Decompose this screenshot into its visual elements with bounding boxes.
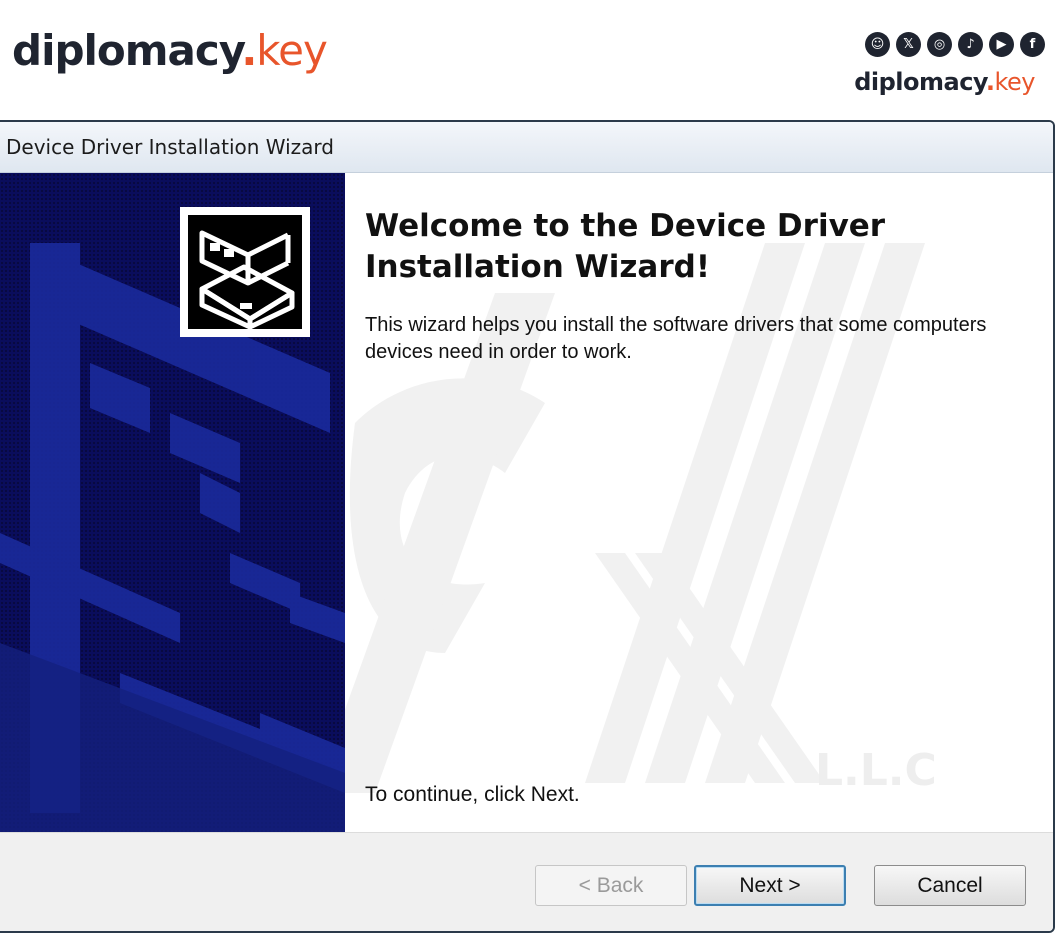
wizard-window: Device Driver Installation Wizard L.L.C … <box>0 120 1055 933</box>
brand-logo-text: diplomacy <box>12 26 242 75</box>
welcome-heading-line2: Installation Wizard! <box>365 249 710 285</box>
brand-logo-small-accent: key <box>994 68 1035 96</box>
brand-logo-dot: . <box>241 26 257 75</box>
hardware-device-icon <box>180 207 310 337</box>
wizard-button-bar: < Back Next > Cancel <box>0 832 1053 931</box>
wizard-description: This wizard helps you install the softwa… <box>365 314 987 363</box>
watermark-text: L.L.C <box>815 745 937 796</box>
next-button[interactable]: Next > <box>694 865 846 906</box>
back-button[interactable]: < Back <box>535 865 687 906</box>
wizard-content: L.L.C Welcome to the Device Driver Insta… <box>345 173 1053 832</box>
welcome-heading: Welcome to the Device Driver Installatio… <box>365 206 965 288</box>
brand-logo-small-text: diplomacy <box>854 68 986 96</box>
instagram-icon[interactable]: ◎ <box>927 32 952 57</box>
social-icons: ☺ 𝕏 ◎ ♪ ▶ f <box>865 32 1045 57</box>
brand-logo: diplomacy.key <box>12 30 328 72</box>
x-icon[interactable]: 𝕏 <box>896 32 921 57</box>
facebook-icon[interactable]: f <box>1020 32 1045 57</box>
cancel-button[interactable]: Cancel <box>874 865 1026 906</box>
pci-card-icon <box>199 230 295 330</box>
brand-logo-small: diplomacy.key <box>854 70 1035 94</box>
wizard-side-panel <box>0 173 345 832</box>
welcome-heading-line1: Welcome to the Device Driver <box>365 208 886 244</box>
snapchat-icon[interactable]: ☺ <box>865 32 890 57</box>
tiktok-icon[interactable]: ♪ <box>958 32 983 57</box>
youtube-icon[interactable]: ▶ <box>989 32 1014 57</box>
window-title: Device Driver Installation Wizard <box>6 135 334 159</box>
title-bar[interactable]: Device Driver Installation Wizard <box>0 122 1053 173</box>
continue-instruction: To continue, click Next. <box>365 783 580 806</box>
brand-logo-accent: key <box>256 26 328 75</box>
